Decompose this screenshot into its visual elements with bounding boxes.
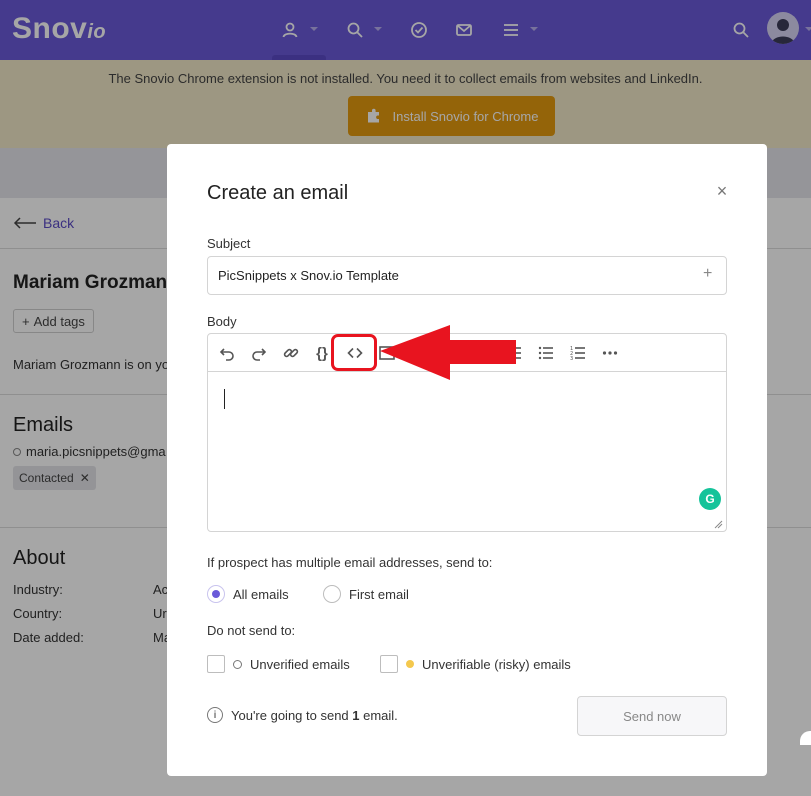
send-summary-text: You're going to send 1 email. (231, 708, 398, 723)
braces-icon[interactable]: {} (311, 342, 333, 364)
radio-all-label: All emails (233, 586, 289, 602)
radio-all-emails[interactable]: All emails (207, 585, 289, 603)
link-icon[interactable] (280, 342, 302, 364)
undo-icon[interactable] (216, 342, 238, 364)
resize-handle-icon[interactable] (713, 519, 723, 529)
radio-first-label: First email (349, 586, 409, 602)
create-email-modal: Create an email × Subject PicSnippets x … (167, 144, 767, 776)
send-summary: i You're going to send 1 email. (207, 707, 398, 723)
checkbox[interactable] (207, 655, 225, 673)
bullet-list-icon[interactable] (535, 342, 557, 364)
checkbox[interactable] (380, 655, 398, 673)
subject-input[interactable]: PicSnippets x Snov.io Template + (207, 256, 727, 295)
numbered-list-icon[interactable]: 123 (567, 342, 589, 364)
summary-suffix: email. (359, 707, 398, 723)
text-cursor (224, 389, 225, 409)
email-count: 1 (352, 707, 360, 723)
radio-unselected[interactable] (323, 585, 341, 603)
grammarly-icon[interactable]: G (699, 488, 721, 510)
checkbox-unverified[interactable]: Unverified emails (207, 655, 350, 673)
multiple-emails-label: If prospect has multiple email addresses… (207, 555, 493, 570)
unverified-status-icon (233, 659, 242, 669)
risky-status-icon (406, 660, 414, 668)
checkbox-risky[interactable]: Unverifiable (risky) emails (380, 655, 571, 673)
annotation-highlight-box (331, 334, 377, 371)
body-label: Body (207, 314, 237, 329)
insert-variable-icon[interactable]: + (703, 265, 712, 283)
annotation-arrow-icon (380, 325, 516, 380)
send-now-button[interactable]: Send now (577, 696, 727, 736)
radio-first-email[interactable]: First email (323, 585, 409, 603)
more-icon[interactable] (599, 342, 621, 364)
redo-icon[interactable] (248, 342, 270, 364)
subject-value: PicSnippets x Snov.io Template (218, 268, 399, 283)
info-icon: i (207, 707, 223, 723)
unverified-label: Unverified emails (250, 656, 350, 672)
risky-label: Unverifiable (risky) emails (422, 656, 571, 672)
summary-prefix: You're going to send (231, 707, 353, 723)
radio-selected[interactable] (207, 585, 225, 603)
modal-title: Create an email (207, 182, 349, 204)
close-icon[interactable]: × (713, 181, 731, 201)
svg-text:3: 3 (570, 356, 573, 362)
subject-label: Subject (207, 236, 251, 251)
do-not-send-label: Do not send to: (207, 623, 296, 638)
